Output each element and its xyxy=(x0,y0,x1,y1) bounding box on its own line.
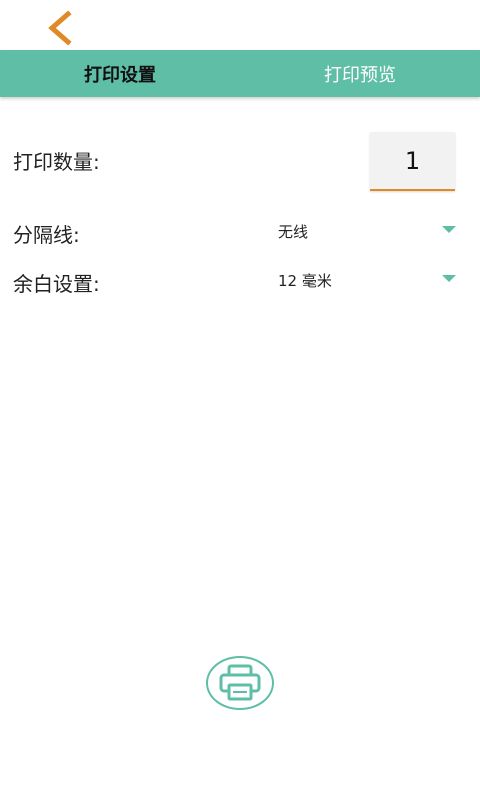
top-bar xyxy=(0,0,480,50)
margin-value: 12 毫米 xyxy=(278,272,332,290)
dropdown-arrow-icon xyxy=(442,275,456,282)
tab-print-preview[interactable]: 打印预览 xyxy=(240,50,480,97)
print-button[interactable] xyxy=(206,656,274,710)
chevron-left-icon xyxy=(48,10,72,46)
quantity-input[interactable]: 1 xyxy=(370,132,455,191)
dropdown-arrow-icon xyxy=(442,226,456,233)
divider-select[interactable]: 无线 xyxy=(278,215,460,247)
back-button[interactable] xyxy=(42,10,78,46)
print-settings-screen: 打印设置 打印预览 打印数量: 1 分隔线: 无线 余白设置: 12 毫米 xyxy=(0,0,480,800)
divider-label: 分隔线: xyxy=(13,223,80,247)
tab-label: 打印设置 xyxy=(84,64,156,86)
tab-bar: 打印设置 打印预览 xyxy=(0,50,480,97)
margin-label: 余白设置: xyxy=(13,272,100,296)
tab-label: 打印预览 xyxy=(324,64,396,86)
tab-print-settings[interactable]: 打印设置 xyxy=(0,50,240,97)
printer-icon xyxy=(219,664,261,701)
divider-value: 无线 xyxy=(278,223,309,241)
margin-select[interactable]: 12 毫米 xyxy=(278,264,460,296)
quantity-row: 打印数量: 1 xyxy=(0,132,480,192)
quantity-label: 打印数量: xyxy=(13,150,100,174)
margin-row: 余白设置: 12 毫米 xyxy=(0,264,480,300)
divider-row: 分隔线: 无线 xyxy=(0,215,480,251)
